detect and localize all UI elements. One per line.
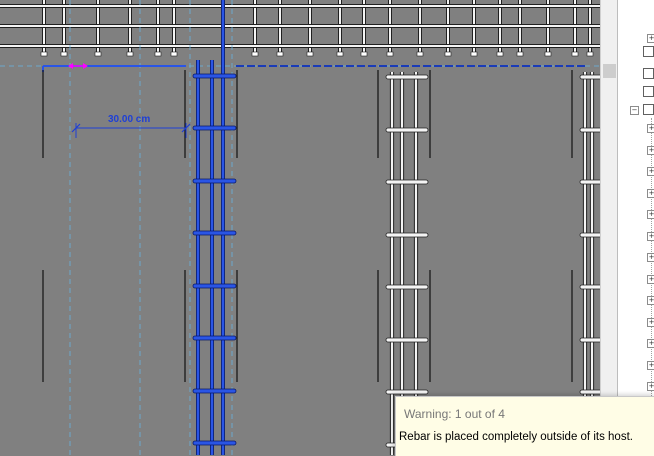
edge-stirrup[interactable] xyxy=(579,179,600,185)
mesh-bar-end xyxy=(170,51,178,57)
mesh-bar-end xyxy=(496,51,504,57)
warning-dialog[interactable]: Warning: 1 out of 4 Rebar is placed comp… xyxy=(395,396,654,456)
selected-stirrup[interactable] xyxy=(192,440,237,446)
mesh-bar-end xyxy=(586,51,594,57)
edge-stirrup[interactable] xyxy=(579,284,600,290)
column-stirrup[interactable] xyxy=(385,232,429,238)
warning-title: Warning: 1 out of 4 xyxy=(404,407,505,421)
tree-expander[interactable]: + xyxy=(647,339,654,348)
mesh-bar-end xyxy=(516,51,524,57)
mesh-bar-end xyxy=(544,51,552,57)
mesh-bar-end xyxy=(416,51,424,57)
edge-stirrup[interactable] xyxy=(579,232,600,238)
mesh-bar-end xyxy=(306,51,314,57)
selected-stirrup[interactable] xyxy=(192,283,237,289)
mesh-bar-end xyxy=(571,51,579,57)
mesh-bar-end xyxy=(276,51,284,57)
mesh-bar-end xyxy=(154,51,162,57)
edge-stirrup[interactable] xyxy=(579,127,600,133)
selected-stirrup[interactable] xyxy=(192,125,237,131)
warning-message: Rebar is placed completely outside of it… xyxy=(399,431,633,443)
mesh-bar-end xyxy=(94,51,102,57)
tree-expander[interactable]: + xyxy=(647,145,654,155)
selected-stirrup[interactable] xyxy=(192,230,237,236)
vertical-scrollbar[interactable] xyxy=(600,0,618,455)
drawing-canvas[interactable]: 30.00 cm Activer Windows Accédez aux par… xyxy=(0,0,600,455)
dimension-label[interactable]: 30.00 cm xyxy=(108,114,150,125)
column-stirrup[interactable] xyxy=(385,127,429,133)
column-stirrup[interactable] xyxy=(385,337,429,343)
table-icon[interactable] xyxy=(643,68,654,79)
sheets-group-icon[interactable] xyxy=(643,104,654,115)
sheet-icon[interactable] xyxy=(643,86,654,97)
mesh-bar-end xyxy=(336,51,344,57)
tree-expander[interactable]: + xyxy=(647,210,654,219)
schedule-icon[interactable] xyxy=(643,46,654,57)
selected-stirrup[interactable] xyxy=(192,335,237,341)
tree-expander[interactable]: + xyxy=(647,231,654,241)
selected-stirrup[interactable] xyxy=(192,73,237,79)
column-stirrup[interactable] xyxy=(385,389,429,395)
edge-stirrup[interactable] xyxy=(579,389,600,395)
mesh-bar-end xyxy=(360,51,368,57)
edge-stirrup[interactable] xyxy=(579,74,600,80)
selected-stirrup[interactable] xyxy=(192,388,237,394)
tree-expander[interactable]: + xyxy=(647,382,654,391)
rebar-plan-view[interactable] xyxy=(0,0,600,455)
mesh-bar-end xyxy=(40,51,48,57)
column-stirrup[interactable] xyxy=(385,284,429,290)
column-stirrup[interactable] xyxy=(385,179,429,185)
mesh-bar-end xyxy=(60,51,68,57)
tree-expander[interactable]: + xyxy=(647,167,654,176)
mesh-bar-end xyxy=(126,51,134,57)
tree-expander[interactable]: + xyxy=(647,360,654,370)
tree-expander[interactable]: + xyxy=(647,317,654,327)
tree-expander[interactable]: + xyxy=(647,124,654,133)
mesh-bar-end xyxy=(444,51,452,57)
scrollbar-thumb[interactable] xyxy=(603,64,616,78)
column-stirrup[interactable] xyxy=(385,74,429,80)
tree-expander-collapse[interactable]: − xyxy=(630,106,639,115)
drag-grip-arrow-right[interactable] xyxy=(83,63,88,69)
edge-stirrup[interactable] xyxy=(579,337,600,343)
tree-expander[interactable]: + xyxy=(647,34,654,43)
mesh-bar-end xyxy=(251,51,259,57)
tree-expander[interactable]: + xyxy=(647,274,654,284)
tree-expander[interactable]: + xyxy=(647,188,654,198)
mesh-bar-end xyxy=(386,51,394,57)
project-browser-panel[interactable]: +−+++++++++++++++ xyxy=(617,0,654,455)
tree-expander[interactable]: + xyxy=(647,296,654,305)
selected-stirrup[interactable] xyxy=(192,178,237,184)
tree-expander[interactable]: + xyxy=(647,253,654,262)
mesh-bar-end xyxy=(470,51,478,57)
